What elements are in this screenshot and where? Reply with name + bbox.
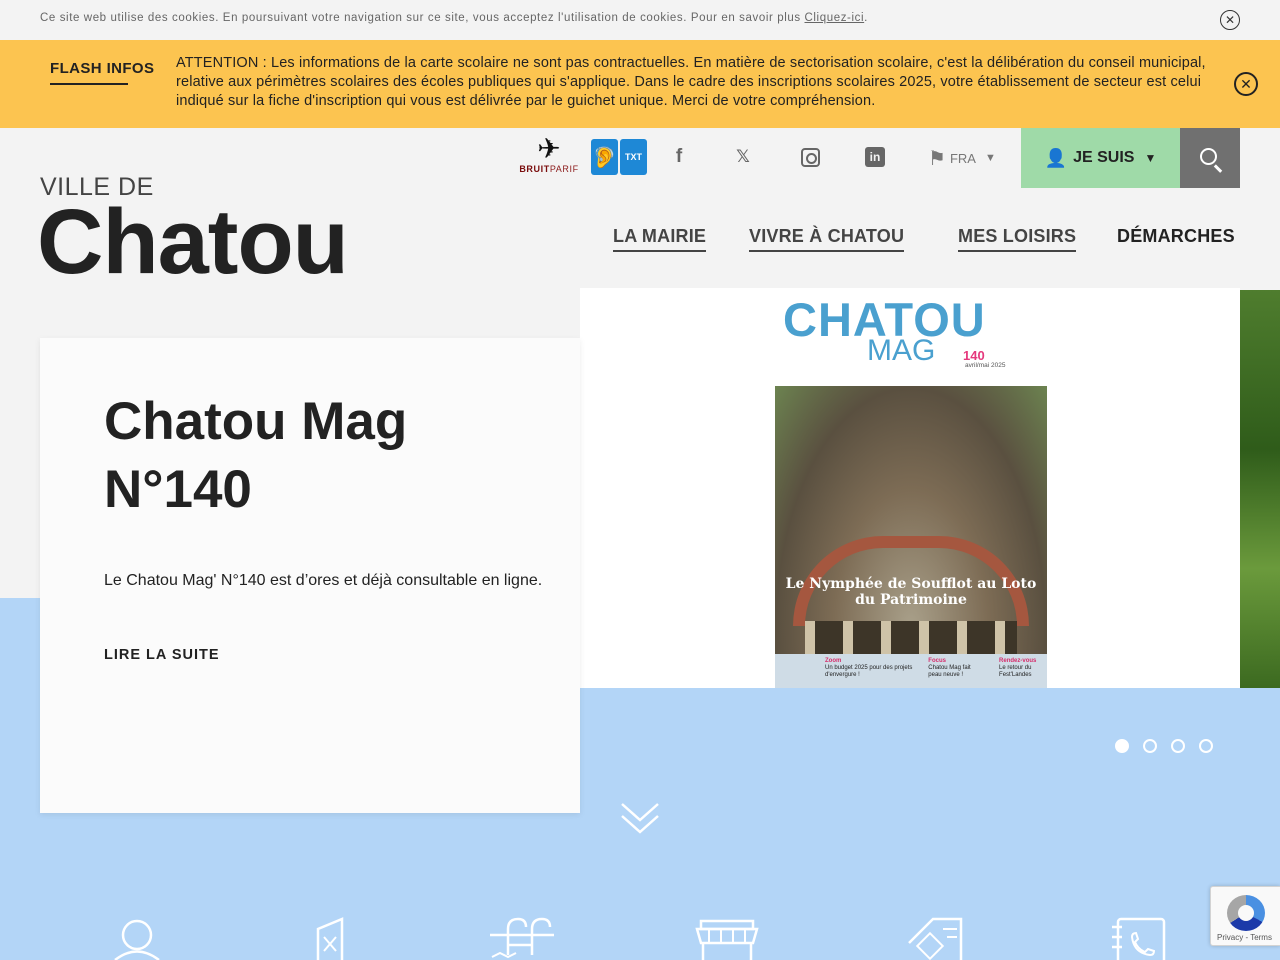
- accessibility-txt: TXT: [620, 139, 647, 175]
- nav-demarches[interactable]: DÉMARCHES: [1117, 226, 1235, 247]
- user-icon: 👤: [1044, 147, 1068, 168]
- cookie-close-button[interactable]: ✕: [1220, 10, 1240, 30]
- site-logo[interactable]: Chatou: [37, 196, 349, 288]
- teaser-text: Le retour du Fest'Landes: [999, 665, 1032, 678]
- nav-vivre-a-chatou[interactable]: VIVRE À CHATOU: [749, 226, 905, 252]
- magazine-bottom-strip: Zoom Un budget 2025 pour des projets d'en…: [775, 654, 1047, 688]
- hero-title: Chatou Mag N°140: [104, 392, 408, 519]
- teaser-text: Un budget 2025 pour des projets d'enverg…: [825, 665, 913, 678]
- nav-la-mairie[interactable]: LA MAIRIE: [613, 226, 707, 252]
- language-selector[interactable]: ⚑ FRA ▼: [928, 145, 996, 171]
- hero-card: Chatou Mag N°140 Le Chatou Mag' N°140 es…: [40, 338, 580, 813]
- phone-book-icon[interactable]: [1108, 915, 1178, 960]
- search-icon: [1199, 147, 1217, 165]
- magazine-photo: [775, 386, 1047, 681]
- magazine-number: 140: [963, 348, 985, 363]
- hero-text: Le Chatou Mag' N°140 est d’ores et déjà …: [104, 572, 543, 589]
- slider-dots: [1115, 739, 1213, 753]
- magazine-cover: CHATOU MAG 140 avril/mai 2025 Le Nymphée…: [775, 294, 1047, 688]
- user-icon[interactable]: [103, 915, 173, 960]
- bruitparif-label: BRUITPARIF: [516, 164, 582, 174]
- flash-infos-banner: FLASH INFOS ATTENTION : Les informations…: [0, 40, 1280, 128]
- search-button[interactable]: [1180, 128, 1240, 188]
- flash-close-button[interactable]: ✕: [1234, 72, 1258, 96]
- cookie-more-link[interactable]: Cliquez-ici: [805, 12, 865, 24]
- slider-dot[interactable]: [1115, 739, 1129, 753]
- x-icon[interactable]: 𝕏: [732, 146, 754, 168]
- caret-down-icon: ▼: [984, 152, 996, 164]
- cookie-bar: Ce site web utilise des cookies. En pour…: [0, 0, 1280, 40]
- instagram-icon[interactable]: [799, 146, 821, 168]
- teaser-label: Focus: [928, 658, 946, 664]
- magazine-subtitle: MAG: [867, 334, 936, 367]
- accessibility-link[interactable]: 🦻 TXT: [591, 139, 647, 175]
- bruitparif-rest: PARIF: [549, 164, 579, 174]
- hero-slide-image[interactable]: CHATOU MAG 140 avril/mai 2025 Le Nymphée…: [580, 288, 1240, 688]
- magazine-headline: Le Nymphée de Soufflot au Loto du Patrim…: [785, 576, 1037, 608]
- flag-icon: ⚑: [928, 147, 946, 170]
- facebook-icon[interactable]: f: [668, 146, 690, 168]
- nav-mes-loisirs[interactable]: MES LOISIRS: [958, 226, 1077, 252]
- linkedin-icon[interactable]: in: [864, 146, 886, 168]
- je-suis-label: JE SUIS: [1073, 149, 1135, 166]
- magazine-teaser: Focus Chatou Mag fait peau neuve !: [928, 658, 985, 688]
- pool-ladder-icon[interactable]: [488, 915, 558, 960]
- next-slide-preview[interactable]: [1240, 290, 1280, 688]
- slider-dot[interactable]: [1143, 739, 1157, 753]
- cookie-period: .: [864, 12, 868, 24]
- language-value: FRA: [949, 150, 976, 166]
- bruitparif-link[interactable]: ✈ BRUITPARIF: [516, 133, 582, 175]
- recaptcha-badge[interactable]: Privacy - Terms: [1210, 886, 1280, 946]
- hearing-icon: 🦻: [591, 139, 618, 175]
- teaser-label: Rendez-vous: [999, 658, 1037, 664]
- caret-down-icon: ▼: [1144, 151, 1157, 165]
- teaser-label: Zoom: [825, 658, 842, 664]
- magazine-teaser: Rendez-vous Le retour du Fest'Landes: [999, 658, 1047, 688]
- slider-dot[interactable]: [1199, 739, 1213, 753]
- cookie-text: Ce site web utilise des cookies. En pour…: [40, 12, 868, 24]
- recaptcha-links[interactable]: Privacy - Terms: [1217, 933, 1272, 942]
- magazine-masthead: CHATOU MAG 140 avril/mai 2025: [775, 294, 1047, 386]
- airplane-icon: ✈: [537, 133, 561, 164]
- recaptcha-icon: [1227, 895, 1265, 931]
- je-suis-button[interactable]: 👤 JE SUIS ▼: [1021, 128, 1180, 188]
- bruitparif-bold: BRUIT: [519, 164, 550, 174]
- flash-infos-title: FLASH INFOS: [50, 60, 155, 85]
- read-more-link[interactable]: LIRE LA SUITE: [104, 647, 220, 663]
- newspaper-icon[interactable]: [903, 915, 973, 960]
- scroll-down-icon[interactable]: [620, 800, 660, 838]
- linkedin-glyph: in: [865, 147, 885, 167]
- menu-card-icon[interactable]: [302, 915, 372, 960]
- magazine-date: avril/mai 2025: [965, 362, 1006, 369]
- magazine-teaser: Zoom Un budget 2025 pour des projets d'en…: [825, 658, 914, 688]
- flash-infos-message: ATTENTION : Les informations de la carte…: [176, 55, 1206, 109]
- shop-icon[interactable]: [693, 915, 763, 960]
- cookie-message: Ce site web utilise des cookies. En pour…: [40, 12, 801, 24]
- slider-dot[interactable]: [1171, 739, 1185, 753]
- teaser-text: Chatou Mag fait peau neuve !: [928, 665, 971, 678]
